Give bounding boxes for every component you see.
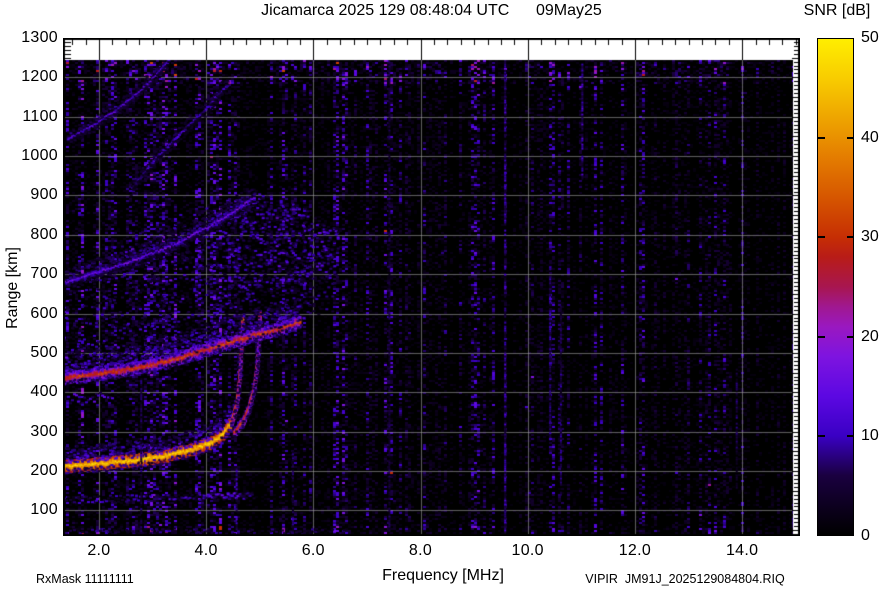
colorbar-tick-label: 0 [861, 527, 870, 544]
y-tick-label: 500 [30, 343, 58, 361]
y-tick-label: 800 [30, 225, 58, 243]
colorbar-tick-label: 30 [861, 228, 879, 246]
colorbar-tick-mark [818, 435, 825, 438]
colorbar-tick-mark [847, 136, 854, 139]
rx-mask-label: RxMask 11111111 [36, 572, 134, 586]
colorbar-tick-mark [818, 136, 825, 139]
colorbar-tick-mark [847, 236, 854, 239]
x-tick-label: 6.0 [301, 542, 325, 559]
x-tick-label: 14.0 [725, 542, 759, 559]
y-tick-label: 100 [30, 501, 58, 519]
ionogram-canvas [63, 38, 800, 536]
colorbar-tick-mark [818, 236, 825, 239]
colorbar-tick-label: 10 [861, 427, 879, 445]
y-tick-label: 1200 [21, 68, 58, 86]
x-tick-label: 12.0 [618, 542, 652, 559]
colorbar-tick-label: 20 [861, 327, 879, 345]
page-title: Jicamarca 2025 129 08:48:04 UTC 09May25 [261, 2, 602, 19]
colorbar-title: SNR [dB] [803, 2, 871, 19]
x-tick-label: 4.0 [194, 542, 218, 559]
colorbar-tick-mark [847, 435, 854, 438]
y-tick-label: 600 [30, 304, 58, 322]
y-tick-label: 1300 [21, 29, 58, 46]
y-tick-label: 1000 [21, 147, 58, 165]
x-tick-label: 10.0 [511, 542, 544, 559]
y-tick-label: 700 [30, 265, 58, 283]
colorbar-tick-label: 50 [861, 29, 879, 46]
y-tick-label: 400 [30, 383, 58, 401]
colorbar-tick-mark [847, 335, 854, 338]
colorbar-tick-label: 40 [861, 128, 879, 146]
y-tick-label: 900 [30, 186, 58, 204]
x-tick-label: 8.0 [408, 542, 433, 559]
y-tick-label: 200 [30, 462, 58, 480]
file-name-label: VIPIR JM91J_2025129084804.RIQ [585, 572, 785, 586]
colorbar-tick-mark [818, 335, 825, 338]
ionogram-viewer: Jicamarca 2025 129 08:48:04 UTC 09May25 … [0, 0, 884, 595]
y-tick-label: 300 [30, 422, 58, 440]
x-tick-label: 2.0 [87, 542, 111, 559]
y-tick-label: 1100 [22, 107, 58, 125]
colorbar [817, 38, 854, 536]
